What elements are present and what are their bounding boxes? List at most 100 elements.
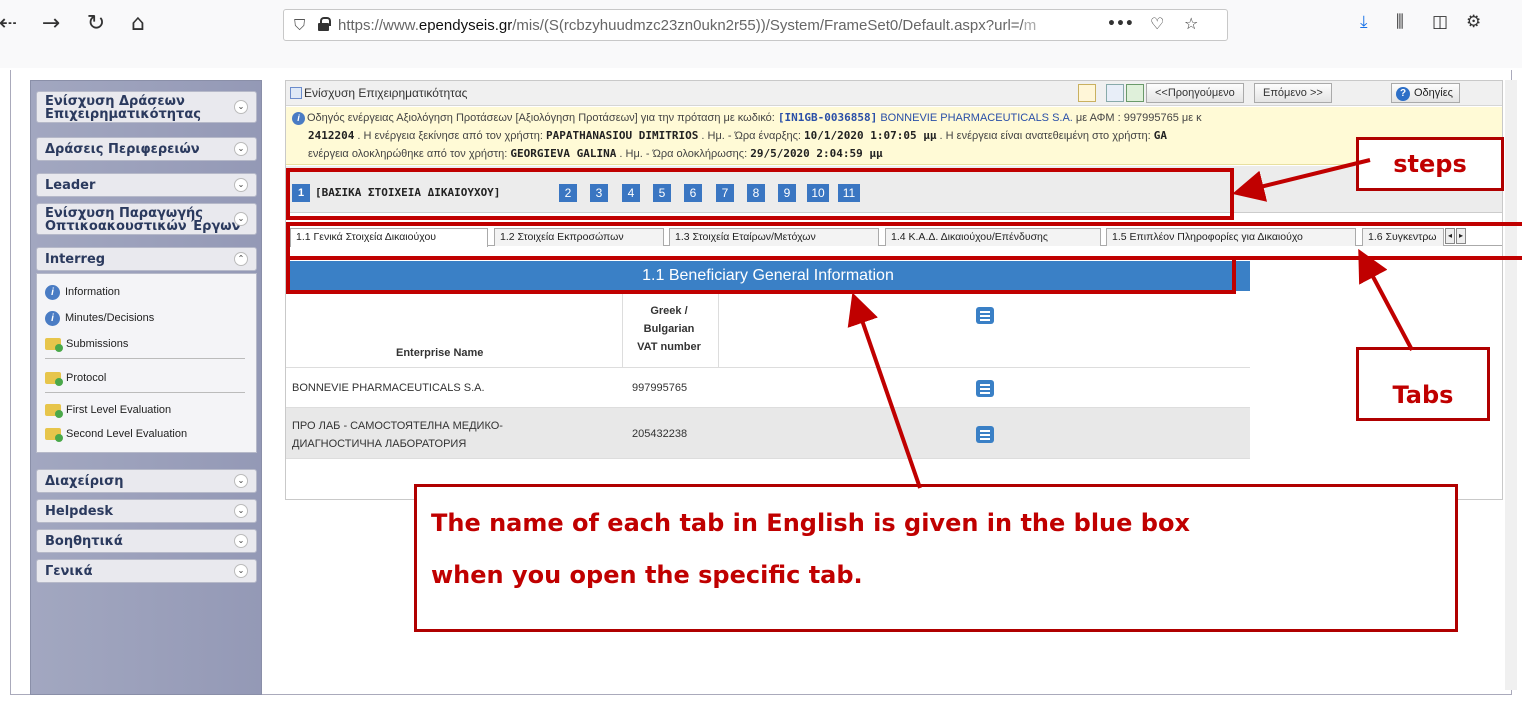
col-vat-1: Greek / (650, 305, 688, 317)
chevron-down-icon[interactable]: ⌄ (234, 100, 248, 114)
sidebar-group-voithitika[interactable]: Βοηθητικά ⌄ (36, 529, 257, 553)
steps-label: steps (1356, 137, 1504, 191)
divider (45, 358, 245, 359)
help-button[interactable]: ? Οδηγίες (1391, 83, 1460, 103)
sidebar-group-label: Δράσεις Περιφερειών (45, 142, 200, 157)
sidebar-item-protocol[interactable]: Protocol (45, 370, 106, 388)
back-icon[interactable]: ⇠ (0, 10, 22, 38)
sidebar-group-label: Διαχείριση (45, 474, 124, 489)
sidebar-item-label: First Level Evaluation (66, 404, 172, 416)
library-icon[interactable]: ⫼ (1396, 12, 1404, 32)
help-label: Οδηγίες (1414, 87, 1453, 99)
page-title: Ενίσχυση Επιχειρηματικότητας (304, 86, 468, 100)
chevron-down-icon[interactable]: ⌄ (234, 212, 248, 226)
reload-icon[interactable]: ↻ (82, 10, 110, 38)
sidebar-item-label: Information (65, 286, 121, 298)
steps-highlight-box (286, 168, 1234, 220)
enterprise-name-line-2: ДИАГНОСТИЧНА ЛАБОРАТОРИЯ (292, 438, 467, 450)
info-text: . Η ενέργεια ξεκίνησε από τον χρήστη: (354, 130, 546, 142)
sidebar-group-helpdesk[interactable]: Helpdesk ⌄ (36, 499, 257, 523)
company-name: BONNEVIE PHARMACEUTICALS S.A. (877, 112, 1073, 124)
help-icon: ? (1396, 87, 1410, 101)
previous-button[interactable]: <<Προηγούμενο (1146, 83, 1244, 103)
chevron-down-icon[interactable]: ⌄ (234, 178, 248, 192)
sidebar-group-label: Leader (45, 178, 96, 193)
browser-toolbar: ⇠ → ↻ ⌂ ⛉ https://www.ependyseis.gr/mis/… (0, 0, 1522, 68)
sidebar-group-interreg[interactable]: Interreg ⌃ (36, 247, 257, 271)
info-date: 29/5/2020 2:04:59 μμ (750, 147, 883, 160)
col-vat-2: Bulgarian (643, 323, 695, 335)
extension-icon[interactable]: ⚙ (1466, 12, 1481, 32)
main-header: Ενίσχυση Επιχειρηματικότητας <<Προηγούμε… (286, 81, 1502, 106)
folder-icon (45, 428, 63, 443)
sidebar-item-label: Submissions (66, 338, 129, 350)
sidebar-group-label: Βοηθητικά (45, 534, 123, 549)
blue-box-highlight (286, 256, 1236, 294)
sidebar-item-minutes-decisions[interactable]: i Minutes/Decisions (45, 310, 154, 328)
note-line-1: The name of each tab in English is given… (431, 509, 1190, 537)
folder-icon (45, 372, 63, 387)
info-user: PAPATHANASIOU DIMITRIOS (546, 129, 699, 142)
sidebar-item-label: Minutes/Decisions (65, 312, 155, 324)
calendar-icon[interactable] (1106, 84, 1124, 102)
info-icon: i (45, 310, 60, 326)
url-bar[interactable]: ⛉ https://www.ependyseis.gr/mis/(S(rcbzy… (283, 9, 1228, 41)
sidebar-item-submissions[interactable]: Submissions (45, 336, 128, 354)
divider (45, 392, 245, 393)
home-icon[interactable]: ⌂ (124, 10, 152, 38)
sidebar-item-information[interactable]: i Information (45, 284, 120, 302)
sidebar-group-diaxeirisi[interactable]: Διαχείριση ⌄ (36, 469, 257, 493)
list-icon[interactable] (976, 307, 994, 324)
info-text: ενέργεια ολοκληρώθηκε από τον χρήστη: (308, 148, 511, 160)
info-user: GA (1153, 129, 1167, 142)
vat-number: 997995765 (632, 382, 688, 394)
tracking-shield-icon[interactable]: ⛉ (294, 16, 305, 34)
info-line-2: 2412204 . Η ενέργεια ξεκίνησε από τον χρ… (308, 129, 1167, 142)
table-row[interactable]: ПРО ЛАБ - САМОСТОЯТЕЛНА МЕДИКО- ДИАГНОСТ… (286, 407, 1250, 459)
forward-icon[interactable]: → (37, 10, 65, 38)
bookmark-star-icon[interactable]: ☆ (1184, 14, 1198, 33)
info-text: . Ημ. - Ώρα ολοκλήρωσης: (616, 148, 751, 160)
vat-number: 205432238 (632, 428, 688, 440)
enterprise-name: BONNEVIE PHARMACEUTICALS S.A. (292, 382, 485, 394)
info-user: GEORGIEVA GALINA (510, 147, 617, 160)
proposal-code: [IN1GB-0036858] (777, 111, 878, 124)
page-scrollbar[interactable] (1505, 80, 1517, 690)
info-text: Οδηγός ενέργειας Αξιολόγηση Προτάσεων [Α… (307, 112, 778, 124)
lock-icon[interactable] (318, 17, 331, 31)
details-icon[interactable] (976, 380, 994, 397)
image-icon[interactable] (1126, 84, 1144, 102)
pocket-icon[interactable]: ♡ (1150, 14, 1164, 33)
details-icon[interactable] (976, 426, 994, 443)
downloads-icon[interactable]: ⤓ (1360, 12, 1368, 32)
sidebar: Ενίσχυση Δράσεων Επιχειρηματικότητας ⌄ Δ… (30, 80, 262, 695)
table-row[interactable]: BONNEVIE PHARMACEUTICALS S.A. 997995765 (286, 367, 1250, 407)
tabs-label: Tabs (1356, 347, 1490, 421)
sidebar-item-second-level-evaluation[interactable]: Second Level Evaluation (45, 426, 187, 444)
interreg-panel: i Information i Minutes/Decisions Submissi… (36, 273, 257, 453)
url-text[interactable]: https://www.ependyseis.gr/mis/(S(rcbzyhu… (338, 17, 1036, 34)
page-actions-icon[interactable]: ••• (1107, 16, 1134, 32)
edit-note-icon[interactable] (1078, 84, 1096, 102)
sidebar-group-leader[interactable]: Leader ⌄ (36, 173, 257, 197)
sidebar-item-label: Second Level Evaluation (66, 428, 188, 440)
sidebar-group-epixeirimatikotita[interactable]: Ενίσχυση Δράσεων Επιχειρηματικότητας ⌄ (36, 91, 257, 123)
info-date: 10/1/2020 1:07:05 μμ (804, 129, 937, 142)
sidebar-group-perifereion[interactable]: Δράσεις Περιφερειών ⌄ (36, 137, 257, 161)
next-button[interactable]: Επόμενο >> (1254, 83, 1332, 103)
sidebar-group-genika[interactable]: Γενικά ⌄ (36, 559, 257, 583)
info-line-3: ενέργεια ολοκληρώθηκε από τον χρήστη: GE… (308, 147, 883, 160)
sidebar-group-optikoakoustika[interactable]: Ενίσχυση Παραγωγής Οπτικοακουστικών Έργω… (36, 203, 257, 235)
chevron-down-icon[interactable]: ⌄ (234, 474, 248, 488)
folder-icon (45, 338, 63, 353)
info-text: . Η ενέργεια είναι ανατεθειμένη στο χρήσ… (936, 130, 1154, 142)
note-box: The name of each tab in English is given… (414, 484, 1458, 632)
sidebar-item-first-level-evaluation[interactable]: First Level Evaluation (45, 402, 171, 420)
enterprise-name: ПРО ЛАБ - САМОСТОЯТЕЛНА МЕДИКО- (292, 420, 503, 432)
chevron-down-icon[interactable]: ⌄ (234, 142, 248, 156)
chevron-down-icon[interactable]: ⌄ (234, 534, 248, 548)
chevron-down-icon[interactable]: ⌄ (234, 564, 248, 578)
chevron-up-icon[interactable]: ⌃ (234, 252, 248, 266)
chevron-down-icon[interactable]: ⌄ (234, 504, 248, 518)
sidebar-toggle-icon[interactable]: ◫ (1432, 12, 1448, 32)
